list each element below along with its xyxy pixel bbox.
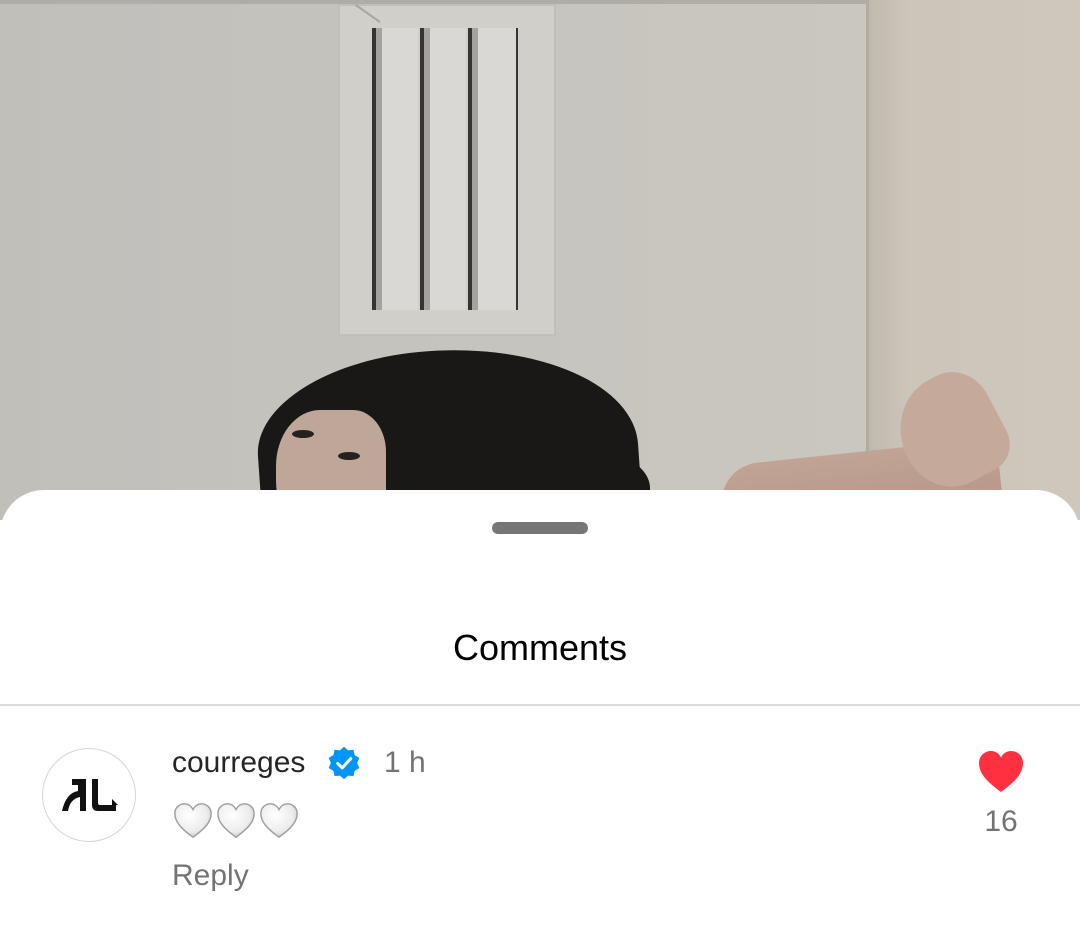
courreges-logo xyxy=(62,779,118,811)
comment-item: courreges 1 h 🤍🤍🤍 xyxy=(0,706,1080,944)
white-heart-emoji xyxy=(260,803,298,839)
like-count: 16 xyxy=(984,805,1018,838)
comment-timestamp: 1 h xyxy=(384,746,426,779)
avatar[interactable] xyxy=(42,748,136,842)
white-heart-emoji xyxy=(174,803,212,839)
sheet-title: Comments xyxy=(452,627,628,668)
sheet-drag-handle[interactable] xyxy=(492,522,588,534)
white-heart-emoji xyxy=(217,803,255,839)
verified-badge-icon xyxy=(328,746,360,780)
comment-username[interactable]: courreges xyxy=(172,746,305,780)
screen: Comments courreges 1 h 🤍🤍🤍 xyxy=(0,0,1080,944)
comments-sheet: Comments courreges 1 h 🤍🤍🤍 xyxy=(0,490,1080,944)
post-photo-background xyxy=(0,0,1080,520)
heart-icon[interactable] xyxy=(976,748,1026,794)
comment-text: 🤍🤍🤍 xyxy=(172,800,300,844)
reply-button[interactable]: Reply xyxy=(172,858,249,894)
